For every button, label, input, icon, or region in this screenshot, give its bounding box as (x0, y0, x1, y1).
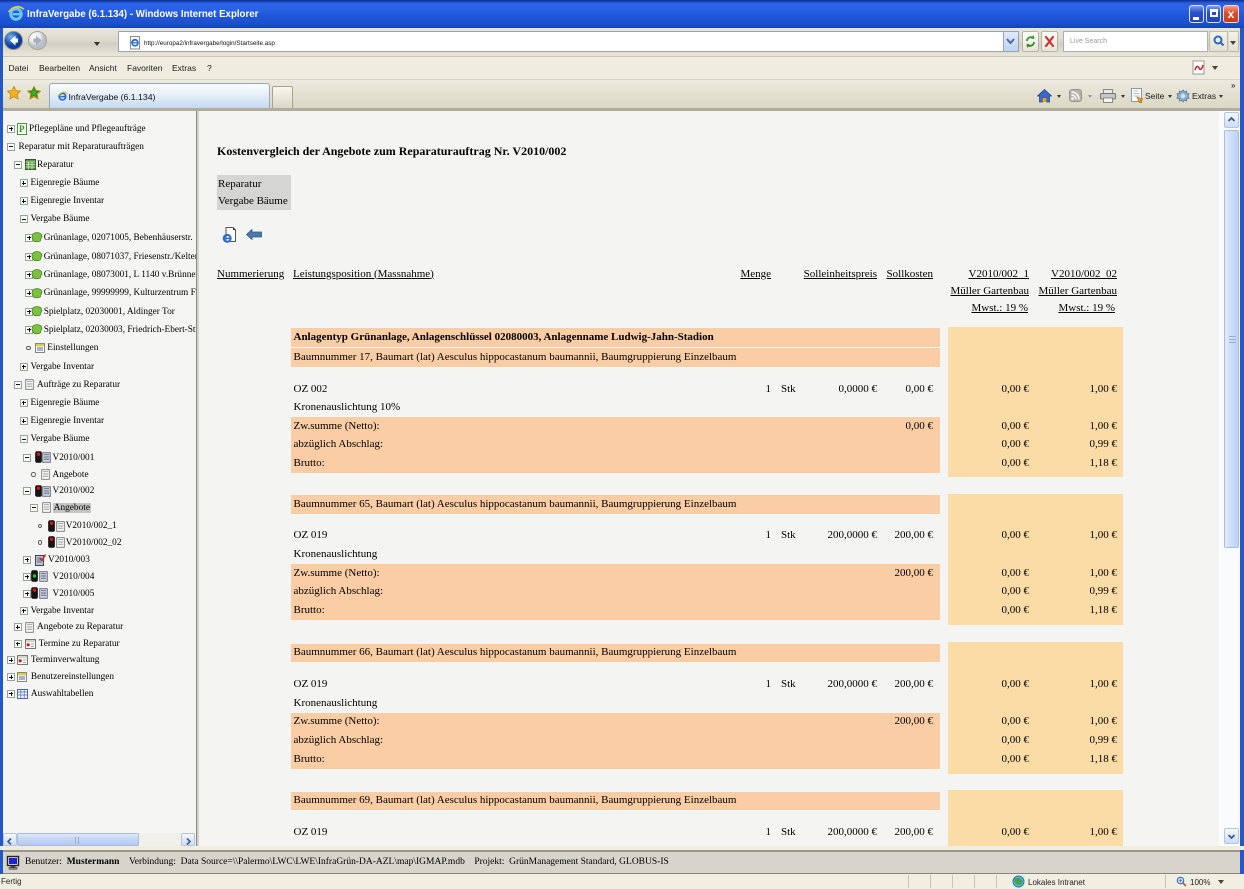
svg-text:P: P (19, 124, 25, 134)
